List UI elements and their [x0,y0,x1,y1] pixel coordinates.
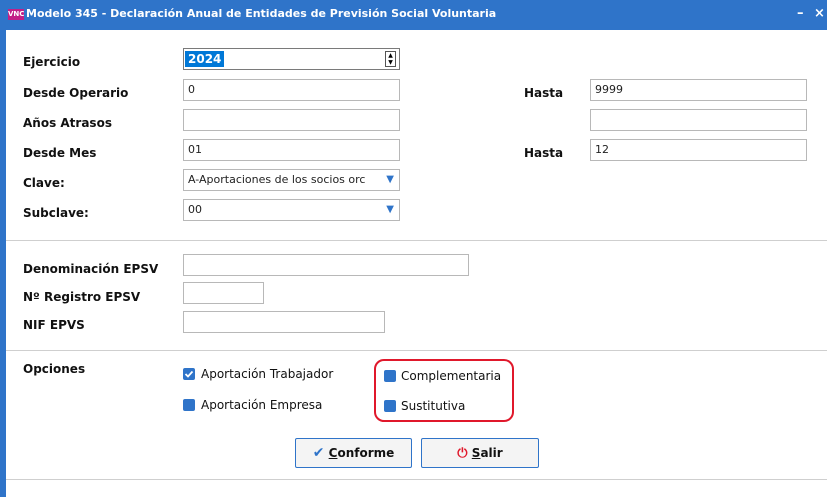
separator [6,479,827,480]
subclave-label: Subclave: [23,206,89,220]
clave-label: Clave: [23,176,65,190]
registro-label: Nº Registro EPSV [23,290,141,304]
salir-label: alir [480,446,503,460]
anos-atrasos-input-2[interactable] [590,109,807,131]
desde-operario-input[interactable]: 0 [183,79,400,101]
minimize-button[interactable]: – [797,6,804,21]
registro-input[interactable] [183,282,264,304]
app-icon: VNC [8,9,25,20]
desde-mes-label: Desde Mes [23,146,97,160]
conforme-label: onforme [337,446,395,460]
window-title: Modelo 345 - Declaración Anual de Entida… [26,7,497,20]
anos-atrasos-input[interactable] [183,109,400,131]
ejercicio-label: Ejercicio [23,55,81,69]
ejercicio-value: 2024 [185,51,225,67]
checkbox-aportacion-empresa[interactable] [183,399,195,411]
clave-value: A-Aportaciones de los socios orc [188,173,366,186]
nif-label: NIF EPVS [23,318,85,332]
option-aportacion-empresa-label[interactable]: Aportación Empresa [201,398,322,412]
ejercicio-spinner[interactable]: ▲ ▼ [385,51,396,67]
nif-input[interactable] [183,311,385,333]
hasta-operario-label: Hasta [524,86,564,100]
title-bar[interactable]: VNC Modelo 345 - Declaración Anual de En… [0,0,827,30]
subclave-dropdown[interactable]: 00 ▼ [183,199,400,221]
hasta-operario-input[interactable]: 9999 [590,79,807,101]
power-icon: ⏻ [457,446,468,461]
hasta-mes-label: Hasta [524,146,564,160]
clave-dropdown[interactable]: A-Aportaciones de los socios orc ▼ [183,169,400,191]
ejercicio-spinbox[interactable]: 2024 ▲ ▼ [183,48,400,70]
hasta-mes-input[interactable]: 12 [590,139,807,161]
separator [6,240,827,241]
chevron-down-icon[interactable]: ▼ [386,204,394,215]
anos-atrasos-label: Años Atrasos [23,116,112,130]
separator [6,350,827,351]
denominacion-label: Denominación EPSV [23,262,159,276]
spin-down-icon[interactable]: ▼ [386,59,395,66]
option-aportacion-trabajador-label[interactable]: Aportación Trabajador [201,367,333,381]
close-button[interactable]: × [814,6,825,21]
checkmark-icon [184,370,194,378]
chevron-down-icon[interactable]: ▼ [384,174,394,185]
window-frame-left [0,30,6,497]
opciones-label: Opciones [23,362,86,376]
modelo-345-window: VNC Modelo 345 - Declaración Anual de En… [0,0,827,497]
spin-up-icon[interactable]: ▲ [386,52,395,59]
conforme-button[interactable]: ✔ Conforme [295,438,412,468]
highlight-annotation [374,359,514,422]
checkbox-aportacion-trabajador[interactable] [183,368,195,380]
desde-operario-label: Desde Operario [23,86,129,100]
subclave-value: 00 [188,203,202,216]
denominacion-input[interactable] [183,254,469,276]
desde-mes-input[interactable]: 01 [183,139,400,161]
check-icon: ✔ [312,445,325,461]
salir-button[interactable]: ⏻ Salir [421,438,539,468]
